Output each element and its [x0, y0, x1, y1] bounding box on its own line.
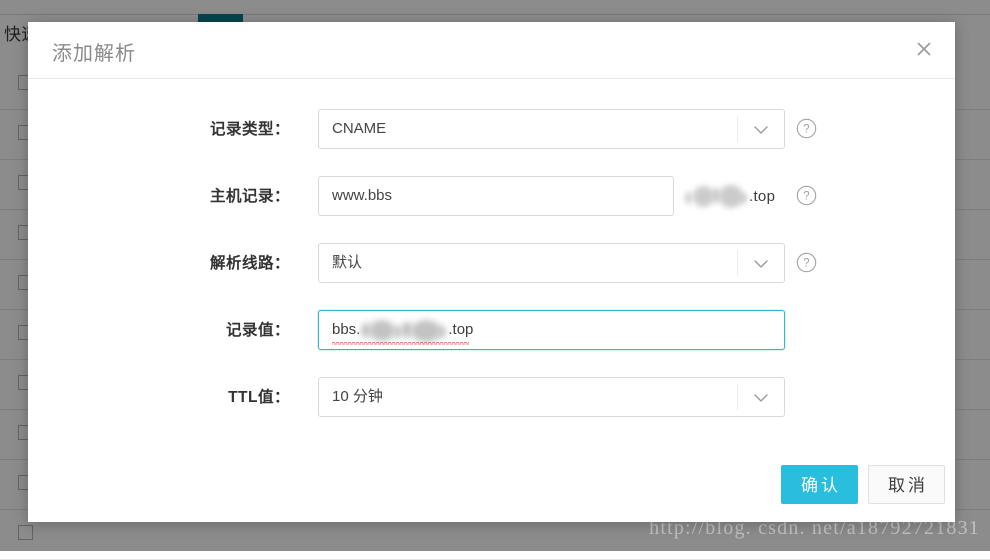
form-row-record-type: 记录类型： CNAME ?	[28, 101, 955, 168]
record-type-value: CNAME	[332, 120, 387, 137]
host-record-value: www.bbs	[332, 187, 393, 204]
form-row-resolve-line: 解析线路： 默认 ?	[28, 235, 955, 302]
help-circle-icon[interactable]: ?	[796, 118, 817, 139]
ttl-select[interactable]: 10 分钟	[318, 377, 785, 417]
label-resolve-line: 解析线路：	[209, 255, 290, 272]
chevron-down-icon[interactable]	[751, 255, 771, 273]
resolve-line-value: 默认	[332, 254, 363, 271]
close-icon[interactable]	[911, 36, 937, 62]
svg-text:?: ?	[803, 258, 809, 270]
dialog-footer: 确认 取消	[28, 456, 955, 522]
form-row-ttl: TTL值： 10 分钟	[28, 369, 955, 436]
field-record-value: bbs. .top	[318, 310, 785, 350]
chevron-down-icon[interactable]	[751, 389, 771, 407]
add-record-dialog: 添加解析 记录类型： CNAME ? 主机记录： www.bbs .top ? …	[28, 22, 955, 522]
dialog-header: 添加解析	[28, 22, 955, 79]
field-ttl: 10 分钟	[318, 377, 785, 417]
redacted-domain-blur	[361, 320, 447, 342]
field-record-type: CNAME	[318, 109, 785, 149]
resolve-line-select[interactable]: 默认	[318, 243, 785, 283]
dialog-body: 记录类型： CNAME ? 主机记录： www.bbs .top ? 解析线路：…	[28, 79, 955, 456]
field-host-record: www.bbs	[318, 176, 674, 216]
host-record-domain-suffix: .top	[683, 176, 775, 216]
record-type-select[interactable]: CNAME	[318, 109, 785, 149]
svg-text:?: ?	[803, 191, 809, 203]
select-divider	[737, 250, 738, 276]
form-row-host-record: 主机记录： www.bbs .top ?	[28, 168, 955, 235]
svg-text:?: ?	[803, 124, 809, 136]
cancel-button[interactable]: 取消	[868, 465, 945, 504]
label-record-value: 记录值：	[225, 322, 290, 339]
help-circle-icon[interactable]: ?	[796, 185, 817, 206]
label-host-record: 主机记录：	[209, 188, 290, 205]
label-ttl: TTL值：	[228, 389, 290, 406]
field-resolve-line: 默认	[318, 243, 785, 283]
spellcheck-underline	[332, 341, 469, 345]
form-row-record-value: 记录值： bbs. .top	[28, 302, 955, 369]
chevron-down-icon[interactable]	[751, 121, 771, 139]
redacted-domain-blur	[683, 185, 749, 208]
select-divider	[737, 116, 738, 142]
record-value-input[interactable]: bbs. .top	[318, 310, 785, 350]
confirm-button[interactable]: 确认	[781, 465, 858, 504]
dialog-title: 添加解析	[52, 43, 136, 65]
label-record-type: 记录类型：	[209, 121, 290, 138]
host-record-input[interactable]: www.bbs	[318, 176, 674, 216]
help-circle-icon[interactable]: ?	[796, 252, 817, 273]
select-divider	[737, 384, 738, 410]
ttl-value: 10 分钟	[332, 388, 383, 405]
host-record-tld: .top	[749, 187, 776, 205]
